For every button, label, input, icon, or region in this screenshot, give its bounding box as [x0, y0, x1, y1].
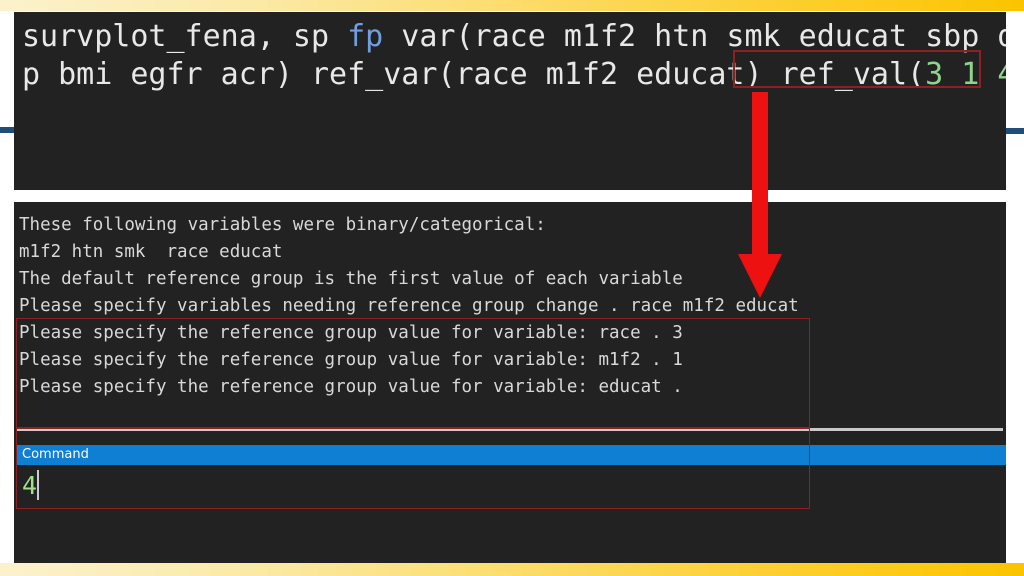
results-line: Please specify the reference group value…	[19, 377, 683, 397]
slide-bottom-accent-bar	[0, 563, 1024, 576]
command-text-line-1: survplot_fena, sp fp var(race m1f2 htn s…	[14, 12, 1006, 56]
results-line: Please specify the reference group value…	[19, 350, 683, 370]
command-line-1-prefix: survplot_fena, sp	[22, 19, 348, 54]
red-down-arrow-annotation	[738, 92, 782, 298]
command-line-2-prefix: p bmi egfr acr) ref_var(race m1f2 educat…	[22, 57, 926, 92]
command-keyword-fp: fp	[347, 19, 384, 54]
stata-results-window[interactable]: These following variables were binary/ca…	[14, 202, 1006, 563]
ref-val-arg-3: 4	[997, 57, 1006, 92]
results-line: These following variables were binary/ca…	[19, 215, 546, 235]
results-line: Please specify variables needing referen…	[19, 296, 799, 316]
ref-val-sep-2	[979, 57, 997, 92]
results-line: m1f2 htn smk race educat	[19, 242, 283, 262]
ref-val-arg-1: 3	[925, 57, 944, 92]
command-input[interactable]: 4	[17, 465, 1006, 507]
command-dock-title: Command	[17, 445, 1006, 465]
command-dock: Command 4	[17, 445, 1006, 507]
slide-right-accent-rule	[1003, 128, 1024, 134]
ref-val-sep-1	[943, 57, 961, 92]
ref-val-arg-2: 1	[961, 57, 980, 92]
command-input-value: 4	[22, 471, 38, 500]
command-line-1-suffix: var(race m1f2 htn smk educat sbp db	[383, 19, 1006, 54]
stata-command-window[interactable]: survplot_fena, sp fp var(race m1f2 htn s…	[14, 12, 1006, 190]
window-separator	[14, 190, 1006, 202]
results-line: The default reference group is the first…	[19, 269, 683, 289]
command-text-line-2: p bmi egfr acr) ref_var(race m1f2 educat…	[14, 56, 1006, 94]
slide-top-accent-bar	[0, 0, 1024, 11]
text-caret	[37, 470, 40, 500]
results-line: Please specify the reference group value…	[19, 323, 683, 343]
results-text-block: These following variables were binary/ca…	[14, 202, 1006, 401]
results-command-divider	[17, 428, 1003, 431]
